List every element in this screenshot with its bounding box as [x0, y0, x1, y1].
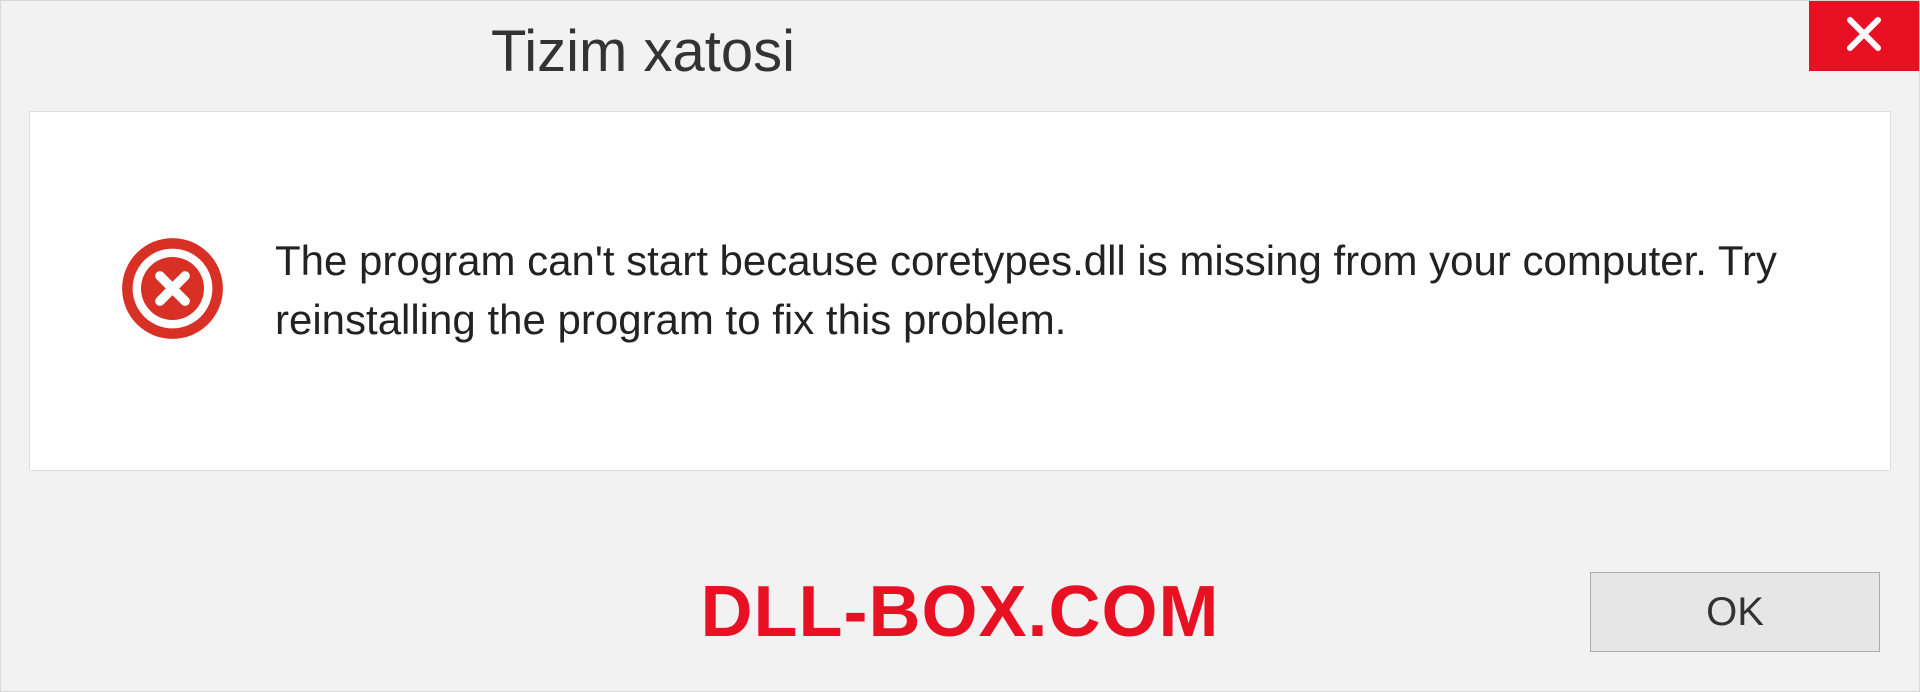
ok-button[interactable]: OK	[1590, 572, 1880, 652]
dialog-footer: DLL-BOX.COM OK	[0, 552, 1920, 672]
message-panel: The program can't start because coretype…	[29, 111, 1891, 471]
close-icon	[1844, 14, 1884, 59]
error-dialog: Tizim xatosi The program can't start bec…	[0, 0, 1920, 692]
watermark-text: DLL-BOX.COM	[701, 571, 1220, 653]
error-icon	[120, 236, 225, 346]
title-bar: Tizim xatosi	[1, 1, 1919, 101]
close-button[interactable]	[1809, 1, 1919, 71]
error-message: The program can't start because coretype…	[275, 232, 1850, 350]
dialog-title: Tizim xatosi	[491, 18, 795, 85]
ok-button-label: OK	[1706, 590, 1764, 635]
